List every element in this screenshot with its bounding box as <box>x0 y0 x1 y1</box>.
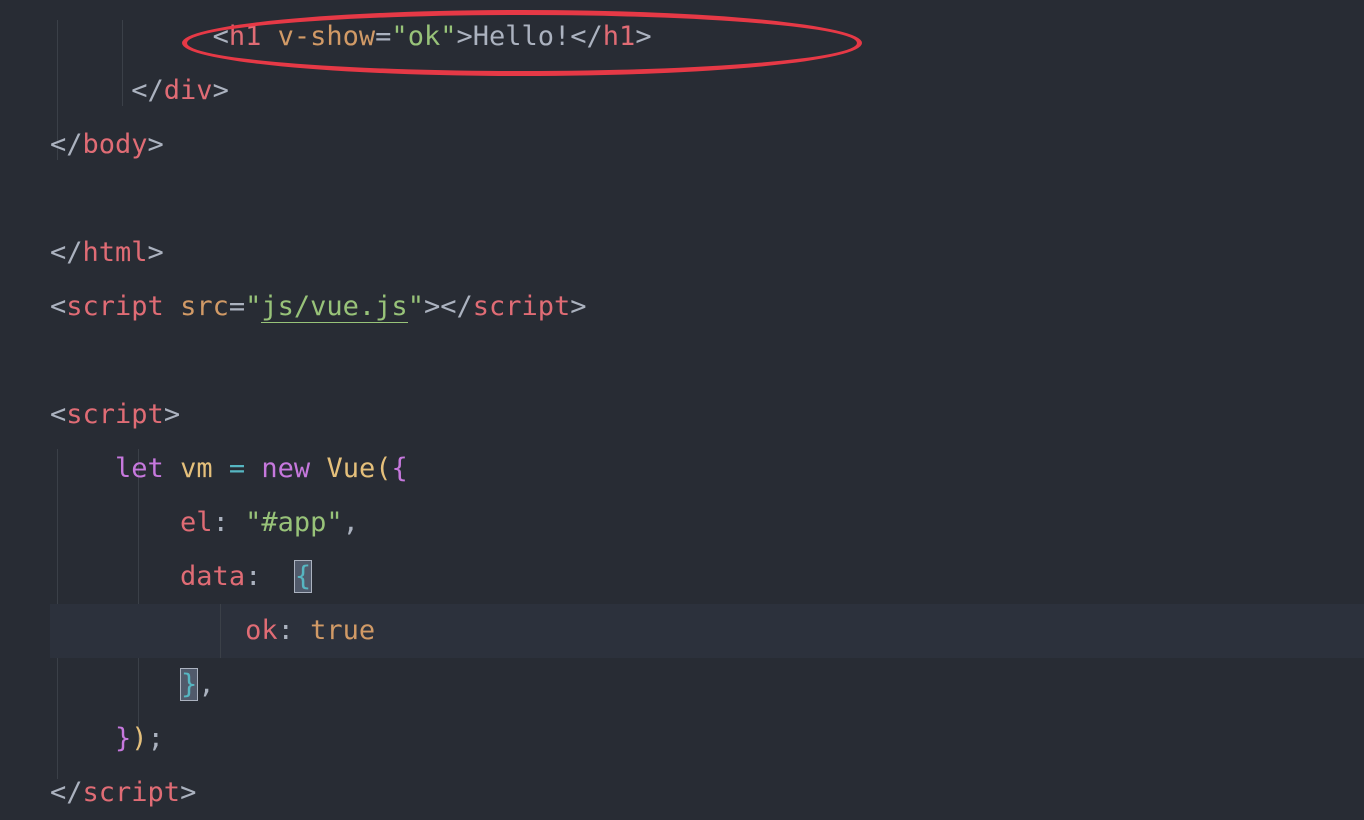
code-line-empty[interactable] <box>50 172 1364 226</box>
code-line[interactable]: el: "#app", <box>50 496 1364 550</box>
code-line[interactable]: </script> <box>50 766 1364 820</box>
code-line[interactable]: data: { <box>50 550 1364 604</box>
code-line[interactable]: </html> <box>50 226 1364 280</box>
code-line[interactable]: }); <box>50 712 1364 766</box>
code-line-empty[interactable] <box>50 334 1364 388</box>
indent-guide <box>220 604 221 658</box>
code-line[interactable]: }, <box>50 658 1364 712</box>
matched-brace: } <box>180 668 198 701</box>
code-line[interactable]: let vm = new Vue({ <box>50 442 1364 496</box>
code-line[interactable]: </div> <box>50 64 1364 118</box>
code-line-current[interactable]: ok: true <box>50 604 1364 658</box>
matched-brace: { <box>294 560 312 593</box>
code-line[interactable]: <script src="js/vue.js"></script> <box>50 280 1364 334</box>
code-editor[interactable]: <h1 v-show="ok">Hello!</h1> </div> </bod… <box>0 0 1364 820</box>
code-line[interactable]: <script> <box>50 388 1364 442</box>
code-line[interactable]: </body> <box>50 118 1364 172</box>
code-line[interactable]: <h1 v-show="ok">Hello!</h1> <box>50 10 1364 64</box>
